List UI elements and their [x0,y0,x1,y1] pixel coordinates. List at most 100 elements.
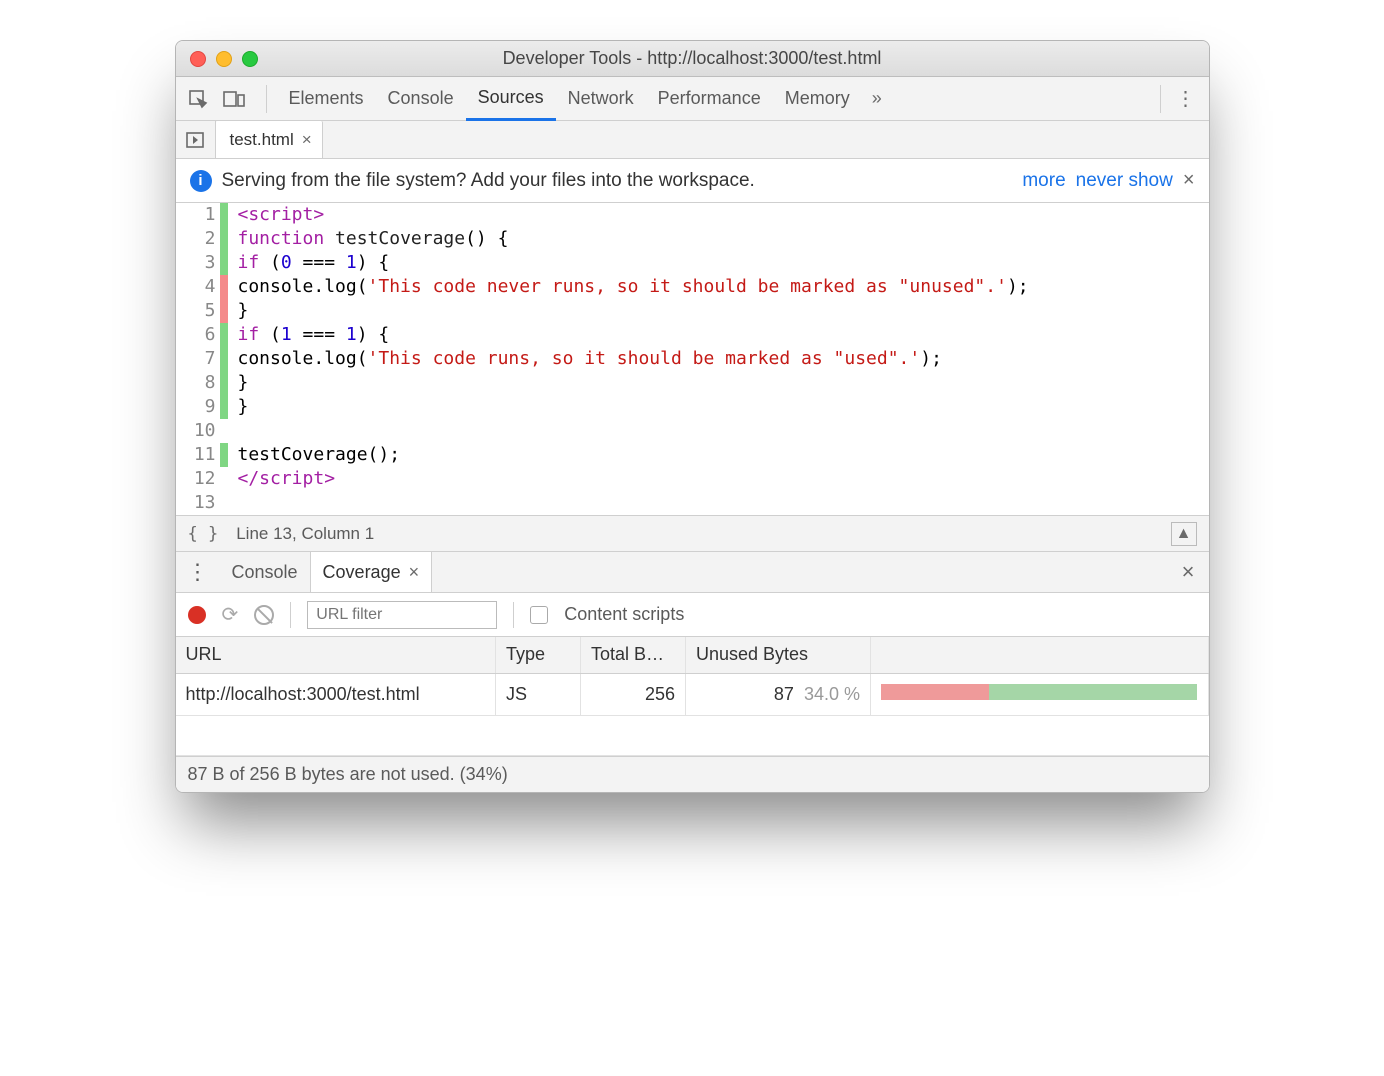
code-line: 9 } [176,395,1209,419]
col-unused[interactable]: Unused Bytes [686,637,871,673]
url-filter-input[interactable] [307,601,497,629]
line-number[interactable]: 1 [176,203,216,227]
drawer-tabstrip: ⋮ ConsoleCoverage× × [176,551,1209,593]
drawer-menu-icon[interactable]: ⋮ [176,559,220,585]
tab-sources[interactable]: Sources [466,77,556,121]
content-scripts-checkbox[interactable] [530,606,548,624]
code-text: console.log('This code never runs, so it… [232,275,1209,299]
line-number[interactable]: 2 [176,227,216,251]
more-tabs-icon[interactable]: » [862,88,892,109]
code-line: 12 </script> [176,467,1209,491]
coverage-gutter [220,347,228,371]
code-text: </script> [232,467,1209,491]
coverage-statusbar: 87 B of 256 B bytes are not used. (34%) [176,756,1209,792]
code-line: 10 [176,419,1209,443]
titlebar: Developer Tools - http://localhost:3000/… [176,41,1209,77]
cell-total: 256 [581,673,686,715]
close-icon[interactable]: × [1183,169,1195,192]
code-text [232,491,1209,515]
drawer-tab-coverage[interactable]: Coverage× [310,552,433,592]
settings-menu-icon[interactable]: ⋮ [1171,86,1201,111]
cell-bar [871,673,1209,715]
reload-icon[interactable]: ⟳ [222,602,239,627]
coverage-table: URL Type Total B… Unused Bytes http://lo… [176,637,1209,756]
table-row[interactable]: http://localhost:3000/test.html JS 256 8… [176,673,1209,715]
code-line: 13 [176,491,1209,515]
line-number[interactable]: 9 [176,395,216,419]
infobar-nevershow-link[interactable]: never show [1076,170,1173,192]
close-icon[interactable]: × [302,130,312,150]
code-line: 1 <script> [176,203,1209,227]
separator [1160,85,1161,113]
navigator-toggle-icon[interactable] [176,121,216,158]
clear-icon[interactable] [254,605,274,625]
col-bar[interactable] [871,637,1209,673]
coverage-gutter [220,227,228,251]
code-text: <script> [232,203,1209,227]
separator [290,602,291,628]
drawer-tab-console[interactable]: Console [220,552,310,592]
device-toggle-icon[interactable] [220,85,248,113]
file-tab[interactable]: test.html × [216,121,323,158]
col-url[interactable]: URL [176,637,496,673]
line-number[interactable]: 7 [176,347,216,371]
tab-performance[interactable]: Performance [646,77,773,121]
line-number[interactable]: 12 [176,467,216,491]
infobar-text: Serving from the file system? Add your f… [222,170,755,192]
coverage-toolbar: ⟳ Content scripts [176,593,1209,637]
cell-url: http://localhost:3000/test.html [176,673,496,715]
toggle-panel-icon[interactable]: ▲ [1171,522,1197,546]
tab-network[interactable]: Network [556,77,646,121]
coverage-bar [881,684,1198,700]
cell-type: JS [496,673,581,715]
file-tabbar: test.html × [176,121,1209,159]
tab-memory[interactable]: Memory [773,77,862,121]
coverage-gutter [220,371,228,395]
tab-elements[interactable]: Elements [277,77,376,121]
cursor-position: Line 13, Column 1 [236,524,374,544]
line-number[interactable]: 6 [176,323,216,347]
coverage-summary: 87 B of 256 B bytes are not used. (34%) [188,764,508,785]
tab-console[interactable]: Console [376,77,466,121]
code-text [232,419,1209,443]
inspect-icon[interactable] [184,85,212,113]
line-number[interactable]: 3 [176,251,216,275]
coverage-gutter [220,251,228,275]
content-scripts-label: Content scripts [564,604,684,625]
code-line: 8 } [176,371,1209,395]
code-text: testCoverage(); [232,443,1209,467]
main-tabstrip: ElementsConsoleSourcesNetworkPerformance… [176,77,1209,121]
coverage-gutter [220,443,228,467]
coverage-gutter [220,491,228,515]
coverage-gutter [220,203,228,227]
info-icon: i [190,170,212,192]
code-line: 3 if (0 === 1) { [176,251,1209,275]
coverage-gutter [220,299,228,323]
code-line: 6 if (1 === 1) { [176,323,1209,347]
line-number[interactable]: 4 [176,275,216,299]
code-text: } [232,299,1209,323]
line-number[interactable]: 11 [176,443,216,467]
code-text: } [232,395,1209,419]
pretty-print-icon[interactable]: { } [188,524,219,544]
coverage-gutter [220,395,228,419]
record-button[interactable] [188,606,206,624]
code-editor[interactable]: 1 <script> 2 function testCoverage() {3 if… [176,203,1209,515]
window-title: Developer Tools - http://localhost:3000/… [176,48,1209,69]
separator [513,602,514,628]
col-total[interactable]: Total B… [581,637,686,673]
close-drawer-icon[interactable]: × [1168,559,1209,585]
line-number[interactable]: 5 [176,299,216,323]
line-number[interactable]: 8 [176,371,216,395]
infobar-more-link[interactable]: more [1022,170,1065,192]
line-number[interactable]: 10 [176,419,216,443]
close-icon[interactable]: × [409,562,420,583]
devtools-window: Developer Tools - http://localhost:3000/… [175,40,1210,793]
line-number[interactable]: 13 [176,491,216,515]
code-text: function testCoverage() { [232,227,1209,251]
file-tab-name: test.html [230,130,294,150]
workspace-infobar: i Serving from the file system? Add your… [176,159,1209,203]
coverage-gutter [220,323,228,347]
col-type[interactable]: Type [496,637,581,673]
code-line: 11 testCoverage(); [176,443,1209,467]
